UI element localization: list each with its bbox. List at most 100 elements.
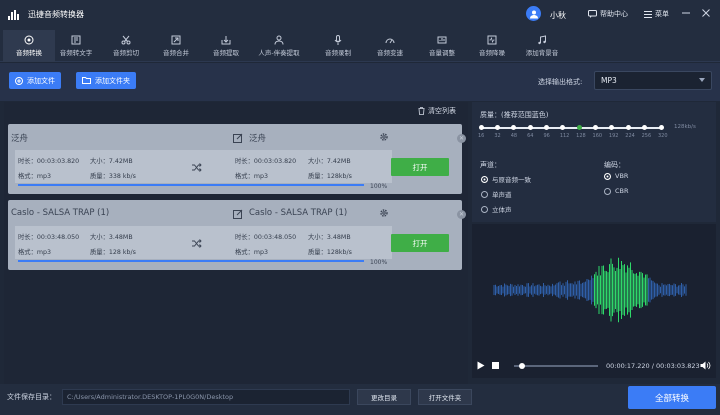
quality-label: 质量：(推荐范围蓝色)	[480, 111, 549, 119]
dst-format: 格式：mp3	[235, 249, 269, 256]
close-icon: ✕	[458, 135, 465, 142]
seek-bar[interactable]	[514, 365, 598, 367]
quality-step[interactable]	[576, 125, 582, 130]
avatar[interactable]	[526, 6, 541, 21]
src-size: 大小：3.48MB	[90, 234, 133, 241]
src-format: 格式：mp3	[18, 249, 52, 256]
tab-label: 音频剪切	[113, 49, 139, 57]
quality-tick-label: 320	[658, 133, 668, 139]
tab-label: 添加背景音	[525, 49, 559, 57]
progress-percent: 100%	[370, 183, 388, 190]
username[interactable]: 小秋	[550, 10, 566, 21]
seek-handle[interactable]	[518, 363, 525, 369]
change-dir-button[interactable]: 更改目录	[357, 389, 411, 405]
file-card[interactable]: 泛舟 泛舟 ✕ 时长：00:03:03.820 大小：7.42MB 格式：mp3…	[8, 124, 466, 194]
app-logo-icon	[8, 10, 20, 20]
clear-list-button[interactable]: 清空列表	[418, 106, 456, 116]
tab-vocal[interactable]: 人声-伴奏提取	[253, 30, 305, 62]
channel-option-original[interactable]: 与原音频一致	[481, 174, 531, 184]
tab-extract[interactable]: 音频提取	[200, 30, 252, 62]
tab-audio-to-text[interactable]: 音频转文字	[50, 30, 102, 62]
quality-step[interactable]	[625, 125, 631, 130]
quality-tick-label: 128	[576, 133, 586, 139]
help-center-link[interactable]: 帮助中心	[588, 9, 628, 19]
tab-merge[interactable]: 音频合并	[150, 30, 202, 62]
file-card[interactable]: Caslo - SALSA TRAP (1) Caslo - SALSA TRA…	[8, 200, 466, 270]
channel-option-label: 立体声	[492, 206, 512, 214]
tab-label: 人声-伴奏提取	[258, 49, 300, 57]
output-file-name: Caslo - SALSA TRAP (1)	[249, 208, 348, 218]
tab-denoise[interactable]: 音频降噪	[466, 30, 518, 62]
quality-step[interactable]	[478, 125, 484, 130]
vocal-icon	[274, 35, 284, 45]
edit-icon[interactable]	[233, 133, 243, 143]
channel-label: 声道：	[480, 161, 501, 169]
convert-icon	[24, 35, 34, 45]
encoding-option-vbr[interactable]: VBR	[604, 172, 628, 180]
open-folder-button[interactable]: 打开文件夹	[418, 389, 472, 405]
minimize-button[interactable]	[680, 7, 692, 19]
tab-label: 音量调整	[429, 49, 455, 57]
hamburger-icon	[644, 10, 652, 18]
encoding-label: 编码：	[604, 161, 625, 169]
open-button[interactable]: 打开	[391, 234, 449, 252]
convert-all-button[interactable]: 全部转换	[628, 386, 716, 409]
user-icon	[529, 10, 538, 18]
channel-option-mono[interactable]: 单声道	[481, 189, 512, 199]
open-button[interactable]: 打开	[391, 158, 449, 176]
quality-step[interactable]	[527, 125, 533, 130]
close-window-button[interactable]	[700, 7, 712, 19]
stop-icon[interactable]	[492, 362, 499, 369]
add-folder-label: 添加文件夹	[95, 76, 130, 85]
radio-icon	[604, 172, 611, 180]
shuffle-icon	[192, 163, 202, 172]
progress-percent: 100%	[370, 259, 388, 266]
tab-microphone[interactable]: 音频录制	[312, 30, 364, 62]
format-select[interactable]: MP3	[594, 71, 712, 90]
tab-volume[interactable]: 音量调整	[416, 30, 468, 62]
quality-tick-label: 160	[592, 133, 603, 139]
minimize-icon	[682, 12, 690, 14]
tab-scissors[interactable]: 音频剪切	[100, 30, 152, 62]
play-icon[interactable]	[477, 361, 485, 370]
speaker-icon[interactable]	[700, 361, 711, 370]
dst-size: 大小：3.48MB	[308, 234, 351, 241]
tab-label: 音频合并	[163, 49, 189, 57]
quality-step[interactable]	[543, 125, 549, 130]
tab-label: 音频录制	[325, 49, 351, 57]
add-folder-button[interactable]: 添加文件夹	[76, 72, 136, 89]
quality-step[interactable]	[494, 125, 500, 130]
encoding-option-cbr[interactable]: CBR	[604, 187, 629, 195]
save-path-input[interactable]: C:/Users/Administrator.DESKTOP-1PL0G0N/D…	[62, 389, 350, 405]
chat-icon	[588, 10, 597, 18]
chevron-down-icon	[699, 78, 705, 82]
format-value: MP3	[601, 76, 617, 85]
menu-button[interactable]: 菜单	[644, 9, 669, 19]
format-label: 选择输出格式:	[538, 78, 583, 86]
edit-icon[interactable]	[233, 209, 243, 219]
remove-file-button[interactable]: ✕	[457, 210, 466, 219]
add-file-button[interactable]: 添加文件	[9, 72, 61, 89]
quality-step[interactable]	[593, 125, 599, 130]
gear-icon[interactable]	[379, 208, 389, 218]
dst-duration: 时长：00:03:48.050	[235, 234, 297, 241]
quality-step[interactable]	[658, 125, 664, 130]
close-icon: ✕	[458, 211, 465, 218]
dst-duration: 时长：00:03:03.820	[235, 158, 297, 165]
extract-icon	[221, 36, 231, 45]
menu-label: 菜单	[655, 10, 669, 18]
tab-bg-music[interactable]: 添加背景音	[516, 30, 568, 62]
tab-speed[interactable]: 音频变速	[364, 30, 416, 62]
gear-icon[interactable]	[379, 132, 389, 142]
src-quality: 质量：338 kb/s	[90, 173, 136, 180]
quality-tick-label: 256	[641, 133, 652, 139]
remove-file-button[interactable]: ✕	[457, 134, 466, 143]
encoding-option-label: VBR	[615, 172, 629, 180]
app-title: 迅捷音频转换器	[28, 10, 84, 19]
quality-slider[interactable]	[481, 127, 661, 129]
tab-convert[interactable]: 音频转换	[3, 30, 55, 62]
waveform-panel	[472, 224, 716, 352]
radio-icon	[481, 175, 488, 183]
channel-option-stereo[interactable]: 立体声	[481, 204, 512, 214]
tab-label: 音频提取	[213, 49, 239, 57]
